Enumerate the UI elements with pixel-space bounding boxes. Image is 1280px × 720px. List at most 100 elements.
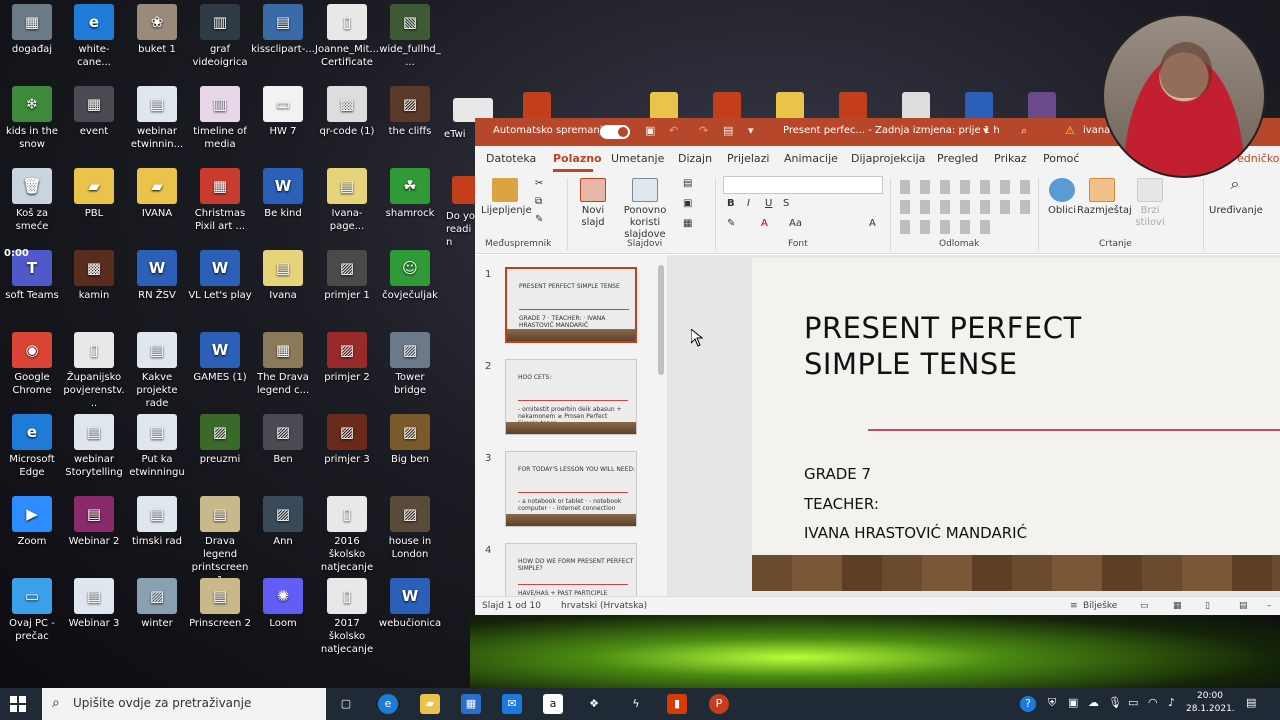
help-icon[interactable]: ? [1020,696,1036,712]
paragraph-align-row[interactable] [900,220,1000,234]
shapes-button[interactable]: Oblici [1043,178,1081,217]
desktop-icon[interactable]: W GAMES (1) [188,332,252,384]
desktop-icon[interactable]: ▤ Webinar 3 [62,578,126,630]
desktop-icon[interactable]: ▨ house in London [378,496,442,561]
desktop-icon[interactable]: ▦ događaj [0,4,64,56]
slide-sorter-icon[interactable]: ▦ [1173,601,1182,611]
desktop-icon[interactable]: ▤ webinar Storytelling [62,414,126,479]
file-explorer-icon[interactable]: ▰ [420,694,440,714]
desktop-icon[interactable]: ▤ Ivana-page... [315,168,379,233]
mail-icon[interactable]: ✉ [502,694,522,714]
font-name-box[interactable] [723,176,883,194]
slide-title[interactable]: PRESENT PERFECT SIMPLE TENSE [804,310,1082,382]
desktop-icon[interactable]: ▤ timski rad [125,496,189,548]
tab-9[interactable]: Pomoć [1043,152,1079,165]
lightning-app-icon[interactable]: ϟ [626,694,646,714]
slide-grade[interactable]: GRADE 7 [804,465,871,483]
taskbar-clock[interactable]: 20:00 28.1.2021. [1186,690,1235,716]
zoom-out-icon[interactable]: – [1267,601,1272,611]
volume-icon[interactable]: ♪ [1168,696,1175,709]
windows-start-icon[interactable] [10,696,26,712]
cut-icon[interactable]: ✂ [535,178,543,190]
search-icon[interactable]: ⌕ [1021,124,1027,138]
italic-icon[interactable]: I [747,198,750,210]
desktop-icon[interactable]: ▰ PBL [62,168,126,220]
desktop-icon[interactable]: ☘ shamrock [378,168,442,220]
slide-thumbnail[interactable]: PRESENT PERFECT SIMPLE TENSE GRADE 7 · TE… [505,267,637,343]
autosave-toggle[interactable] [600,125,630,139]
highlight-icon[interactable]: ✎ [727,218,735,230]
desktop-icon[interactable]: 🗑 Koš za smeće [0,168,64,233]
desktop-icon[interactable]: ❄ kids in the snow [0,86,64,151]
desktop-icon[interactable]: e white-cane... [62,4,126,69]
warning-icon[interactable]: ⚠ [1065,124,1075,137]
tab-5[interactable]: Animacije [784,152,838,165]
desktop-icon[interactable]: ▦ Christmas Pixil art ... [188,168,252,233]
title-dropdown-icon[interactable]: ▾ [983,124,989,137]
desktop-icon[interactable]: W RN ŽSV [125,250,189,302]
desktop-icon[interactable]: ▭ HW 7 [251,86,315,138]
desktop-icon[interactable]: ▤Drava legend printscreen 1 [188,496,252,587]
customize-qat-icon[interactable]: ▾ [748,124,754,137]
battery-icon[interactable]: ▭ [1128,696,1138,709]
tab-8[interactable]: Prikaz [994,152,1027,165]
section-icon[interactable]: ▦ [683,218,692,230]
desktop-icon[interactable]: ❀ buket 1 [125,4,189,56]
desktop-icon[interactable]: ▦ event [62,86,126,138]
notes-button[interactable]: Bilješke [1083,601,1117,611]
desktop-icon[interactable]: ▨ Ben [251,414,315,466]
tab-0[interactable]: Datoteka [486,152,536,165]
undo-icon[interactable]: ↶ [669,124,678,137]
present-icon[interactable]: ▤ [723,124,733,137]
desktop-icon[interactable]: ▤ Prinscreen 2 [188,578,252,630]
amazon-icon[interactable]: a [543,694,563,714]
desktop-icon[interactable]: ▯ Županijsko povjerenstv... [62,332,126,410]
taskbar-search[interactable]: ⌕ Upišite ovdje za pretraživanje [42,688,326,720]
quick-styles-button[interactable]: Brzi stilovi [1135,178,1165,229]
desktop-icon[interactable]: ▨ primjer 3 [315,414,379,466]
reuse-slides-button[interactable]: Ponovno koristi slajdove [617,178,673,241]
microphone-icon[interactable]: 🎙 [1108,696,1122,709]
slideshow-icon[interactable]: ▤ [1239,601,1248,611]
desktop-icon[interactable]: W VL Let's play [188,250,252,302]
edge-taskbar-icon[interactable]: e [378,694,398,714]
desktop-icon[interactable]: ▦ The Drava legend c... [251,332,315,397]
current-slide[interactable]: PRESENT PERFECT SIMPLE TENSE GRADE 7 TEA… [752,258,1280,591]
desktop-icon[interactable]: ▨ Big ben [378,414,442,466]
desktop-icon[interactable]: ▯ Joanne_Mit... Certificate [315,4,379,69]
tab-6[interactable]: Dijaprojekcija [851,152,925,165]
scrollbar-thumb[interactable] [658,265,664,375]
tab-7[interactable]: Pregled [937,152,978,165]
tab-4[interactable]: Prijelazi [727,152,769,165]
clear-format-icon[interactable]: A [869,218,876,230]
desktop-icon[interactable]: ▯ 2017 školsko natjecanje [315,578,379,656]
desktop-icon[interactable]: ▩ qr-code (1) [315,86,379,138]
paragraph-list-row[interactable] [900,180,1030,194]
store-icon[interactable]: ▦ [461,694,481,714]
share-button-partial[interactable]: edničko [1237,152,1280,165]
dropbox-icon[interactable]: ❖ [584,694,604,714]
save-icon[interactable]: ▣ [645,124,655,137]
slide-thumbnail[interactable]: HOW DO WE FORM PRESENT PERFECT SIMPLE? HA… [505,543,637,596]
desktop-icon[interactable]: ✺ Loom [251,578,315,630]
desktop-icon[interactable]: ▧ wide_fullhd_... [378,4,442,69]
shield-icon[interactable]: ⛨ [1048,696,1056,710]
desktop-icon[interactable]: ▤ Kakve projekte rade [125,332,189,410]
thumbnails-scrollbar[interactable] [655,255,667,596]
slide-thumbnail[interactable]: HOO CETS: - ornitestit proerbin deik abas… [505,359,637,435]
notes-icon[interactable]: ≡ [1070,601,1078,611]
desktop-icon[interactable]: ▨ winter [125,578,189,630]
desktop-icon[interactable]: ◉ Google Chrome [0,332,64,397]
desktop-icon[interactable]: ▥ graf videoigrica [188,4,252,69]
tab-3[interactable]: Dizajn [678,152,712,165]
onedrive-icon[interactable]: ☁ [1088,696,1099,709]
tray-app-icon[interactable]: ▣ [1068,696,1078,709]
underline-icon[interactable]: U [765,198,772,210]
slide-thumbnail[interactable]: FOR TODAY'S LESSON YOU WILL NEED: - a not… [505,451,637,527]
language-indicator[interactable]: hrvatski (Hrvatska) [561,601,647,611]
desktop-icon[interactable]: ▤ webinar etwinnin... [125,86,189,151]
desktop-icon[interactable]: ▩ kamin [62,250,126,302]
desktop-icon[interactable]: ▨ Tower bridge [378,332,442,397]
redo-icon[interactable]: ↷ [699,124,708,137]
desktop-icon[interactable]: ▭ Ovaj PC - prečac [0,578,64,643]
